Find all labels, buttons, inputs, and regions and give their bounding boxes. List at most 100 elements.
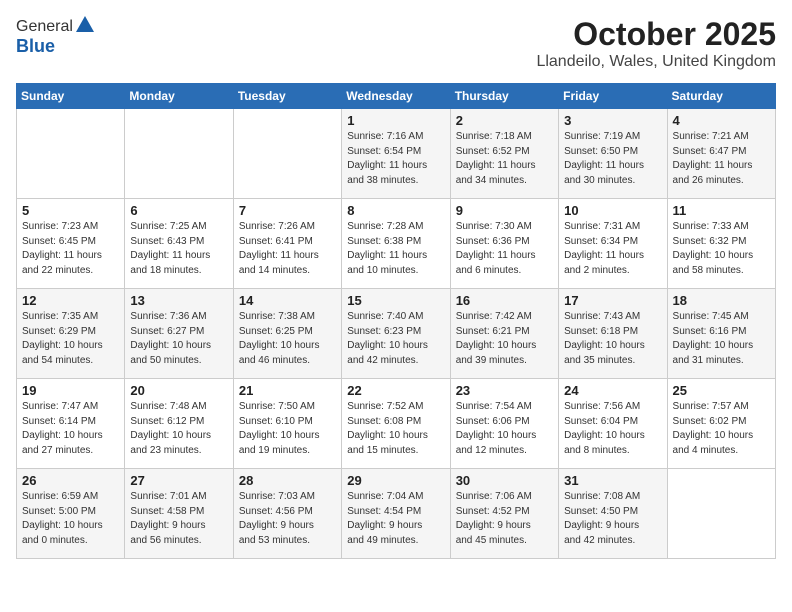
calendar-cell: 17 Sunrise: 7:43 AM Sunset: 6:18 PM Dayli… bbox=[559, 289, 667, 379]
cell-content: Sunrise: 7:35 AM Sunset: 6:29 PM Dayligh… bbox=[22, 310, 120, 368]
day-number: 14 bbox=[239, 293, 337, 308]
day-number: 8 bbox=[347, 203, 445, 218]
calendar-cell: 18 Sunrise: 7:45 AM Sunset: 6:16 PM Dayli… bbox=[667, 289, 775, 379]
calendar-cell: 26Sunrise: 6:59 AM Sunset: 5:00 PM Dayli… bbox=[17, 469, 125, 559]
cell-content: Sunrise: 7:50 AM Sunset: 6:10 PM Dayligh… bbox=[239, 400, 337, 458]
cell-content: Sunrise: 7:47 AM Sunset: 6:14 PM Dayligh… bbox=[22, 400, 120, 458]
calendar-week-row: 5 Sunrise: 7:23 AM Sunset: 6:45 PM Daylig… bbox=[17, 199, 776, 289]
cell-content: Sunrise: 7:57 AM Sunset: 6:02 PM Dayligh… bbox=[673, 400, 771, 458]
day-of-week-header: Saturday bbox=[667, 84, 775, 109]
day-number: 7 bbox=[239, 203, 337, 218]
calendar-cell: 9Sunrise: 7:30 AM Sunset: 6:36 PM Daylig… bbox=[450, 199, 558, 289]
day-of-week-header: Thursday bbox=[450, 84, 558, 109]
cell-content: Sunrise: 7:01 AM Sunset: 4:58 PM Dayligh… bbox=[130, 490, 228, 548]
cell-content: Sunrise: 7:31 AM Sunset: 6:34 PM Dayligh… bbox=[564, 220, 662, 278]
calendar-cell: 15 Sunrise: 7:40 AM Sunset: 6:23 PM Dayli… bbox=[342, 289, 450, 379]
cell-content: Sunrise: 7:52 AM Sunset: 6:08 PM Dayligh… bbox=[347, 400, 445, 458]
calendar-cell: 25Sunrise: 7:57 AM Sunset: 6:02 PM Dayli… bbox=[667, 379, 775, 469]
day-number: 10 bbox=[564, 203, 662, 218]
day-number: 9 bbox=[456, 203, 554, 218]
cell-content: Sunrise: 7:54 AM Sunset: 6:06 PM Dayligh… bbox=[456, 400, 554, 458]
cell-content: Sunrise: 7:08 AM Sunset: 4:50 PM Dayligh… bbox=[564, 490, 662, 548]
calendar-cell: 28Sunrise: 7:03 AM Sunset: 4:56 PM Dayli… bbox=[233, 469, 341, 559]
calendar-week-row: 26Sunrise: 6:59 AM Sunset: 5:00 PM Dayli… bbox=[17, 469, 776, 559]
location: Llandeilo, Wales, United Kingdom bbox=[536, 53, 776, 71]
cell-content: Sunrise: 7:43 AM Sunset: 6:18 PM Dayligh… bbox=[564, 310, 662, 368]
calendar-cell: 12 Sunrise: 7:35 AM Sunset: 6:29 PM Dayli… bbox=[17, 289, 125, 379]
calendar-cell: 30Sunrise: 7:06 AM Sunset: 4:52 PM Dayli… bbox=[450, 469, 558, 559]
calendar-week-row: 1 Sunrise: 7:16 AM Sunset: 6:54 PM Daylig… bbox=[17, 109, 776, 199]
day-number: 2 bbox=[456, 113, 554, 128]
calendar-cell: 8 Sunrise: 7:28 AM Sunset: 6:38 PM Daylig… bbox=[342, 199, 450, 289]
day-number: 3 bbox=[564, 113, 662, 128]
day-number: 4 bbox=[673, 113, 771, 128]
day-number: 13 bbox=[130, 293, 228, 308]
day-number: 27 bbox=[130, 473, 228, 488]
day-number: 1 bbox=[347, 113, 445, 128]
calendar-cell: 19 Sunrise: 7:47 AM Sunset: 6:14 PM Dayli… bbox=[17, 379, 125, 469]
day-number: 12 bbox=[22, 293, 120, 308]
day-number: 17 bbox=[564, 293, 662, 308]
cell-content: Sunrise: 6:59 AM Sunset: 5:00 PM Dayligh… bbox=[22, 490, 120, 548]
logo: General Blue bbox=[16, 16, 94, 56]
calendar-table: SundayMondayTuesdayWednesdayThursdayFrid… bbox=[16, 83, 776, 559]
cell-content: Sunrise: 7:38 AM Sunset: 6:25 PM Dayligh… bbox=[239, 310, 337, 368]
day-number: 20 bbox=[130, 383, 228, 398]
cell-content: Sunrise: 7:28 AM Sunset: 6:38 PM Dayligh… bbox=[347, 220, 445, 278]
cell-content: Sunrise: 7:45 AM Sunset: 6:16 PM Dayligh… bbox=[673, 310, 771, 368]
calendar-cell bbox=[667, 469, 775, 559]
day-number: 18 bbox=[673, 293, 771, 308]
day-number: 24 bbox=[564, 383, 662, 398]
calendar-cell: 24 Sunrise: 7:56 AM Sunset: 6:04 PM Dayli… bbox=[559, 379, 667, 469]
calendar-cell: 4 Sunrise: 7:21 AM Sunset: 6:47 PM Daylig… bbox=[667, 109, 775, 199]
day-header-row: SundayMondayTuesdayWednesdayThursdayFrid… bbox=[17, 84, 776, 109]
day-number: 23 bbox=[456, 383, 554, 398]
logo-icon bbox=[76, 16, 94, 32]
month-title: October 2025 bbox=[536, 16, 776, 53]
cell-content: Sunrise: 7:25 AM Sunset: 6:43 PM Dayligh… bbox=[130, 220, 228, 278]
calendar-week-row: 12 Sunrise: 7:35 AM Sunset: 6:29 PM Dayli… bbox=[17, 289, 776, 379]
day-number: 19 bbox=[22, 383, 120, 398]
cell-content: Sunrise: 7:40 AM Sunset: 6:23 PM Dayligh… bbox=[347, 310, 445, 368]
calendar-cell bbox=[17, 109, 125, 199]
calendar-cell: 10 Sunrise: 7:31 AM Sunset: 6:34 PM Dayli… bbox=[559, 199, 667, 289]
calendar-cell: 29Sunrise: 7:04 AM Sunset: 4:54 PM Dayli… bbox=[342, 469, 450, 559]
calendar-cell: 7 Sunrise: 7:26 AM Sunset: 6:41 PM Daylig… bbox=[233, 199, 341, 289]
day-number: 28 bbox=[239, 473, 337, 488]
calendar-cell: 31Sunrise: 7:08 AM Sunset: 4:50 PM Dayli… bbox=[559, 469, 667, 559]
cell-content: Sunrise: 7:23 AM Sunset: 6:45 PM Dayligh… bbox=[22, 220, 120, 278]
calendar-cell: 14 Sunrise: 7:38 AM Sunset: 6:25 PM Dayli… bbox=[233, 289, 341, 379]
cell-content: Sunrise: 7:04 AM Sunset: 4:54 PM Dayligh… bbox=[347, 490, 445, 548]
day-of-week-header: Friday bbox=[559, 84, 667, 109]
logo-blue-text: Blue bbox=[16, 36, 55, 56]
calendar-cell bbox=[125, 109, 233, 199]
cell-content: Sunrise: 7:18 AM Sunset: 6:52 PM Dayligh… bbox=[456, 130, 554, 188]
title-block: October 2025 Llandeilo, Wales, United Ki… bbox=[536, 16, 776, 71]
cell-content: Sunrise: 7:48 AM Sunset: 6:12 PM Dayligh… bbox=[130, 400, 228, 458]
calendar-cell: 5 Sunrise: 7:23 AM Sunset: 6:45 PM Daylig… bbox=[17, 199, 125, 289]
day-number: 15 bbox=[347, 293, 445, 308]
cell-content: Sunrise: 7:36 AM Sunset: 6:27 PM Dayligh… bbox=[130, 310, 228, 368]
calendar-cell: 20 Sunrise: 7:48 AM Sunset: 6:12 PM Dayli… bbox=[125, 379, 233, 469]
cell-content: Sunrise: 7:42 AM Sunset: 6:21 PM Dayligh… bbox=[456, 310, 554, 368]
calendar-week-row: 19 Sunrise: 7:47 AM Sunset: 6:14 PM Dayli… bbox=[17, 379, 776, 469]
cell-content: Sunrise: 7:26 AM Sunset: 6:41 PM Dayligh… bbox=[239, 220, 337, 278]
day-of-week-header: Sunday bbox=[17, 84, 125, 109]
calendar-cell: 13 Sunrise: 7:36 AM Sunset: 6:27 PM Dayli… bbox=[125, 289, 233, 379]
calendar-cell: 11Sunrise: 7:33 AM Sunset: 6:32 PM Dayli… bbox=[667, 199, 775, 289]
cell-content: Sunrise: 7:33 AM Sunset: 6:32 PM Dayligh… bbox=[673, 220, 771, 278]
cell-content: Sunrise: 7:16 AM Sunset: 6:54 PM Dayligh… bbox=[347, 130, 445, 188]
cell-content: Sunrise: 7:19 AM Sunset: 6:50 PM Dayligh… bbox=[564, 130, 662, 188]
day-number: 22 bbox=[347, 383, 445, 398]
day-number: 6 bbox=[130, 203, 228, 218]
cell-content: Sunrise: 7:56 AM Sunset: 6:04 PM Dayligh… bbox=[564, 400, 662, 458]
day-number: 21 bbox=[239, 383, 337, 398]
day-number: 5 bbox=[22, 203, 120, 218]
calendar-cell bbox=[233, 109, 341, 199]
calendar-cell: 2 Sunrise: 7:18 AM Sunset: 6:52 PM Daylig… bbox=[450, 109, 558, 199]
calendar-cell: 21 Sunrise: 7:50 AM Sunset: 6:10 PM Dayli… bbox=[233, 379, 341, 469]
logo-general-text: General bbox=[16, 18, 73, 36]
cell-content: Sunrise: 7:21 AM Sunset: 6:47 PM Dayligh… bbox=[673, 130, 771, 188]
day-of-week-header: Monday bbox=[125, 84, 233, 109]
day-number: 30 bbox=[456, 473, 554, 488]
